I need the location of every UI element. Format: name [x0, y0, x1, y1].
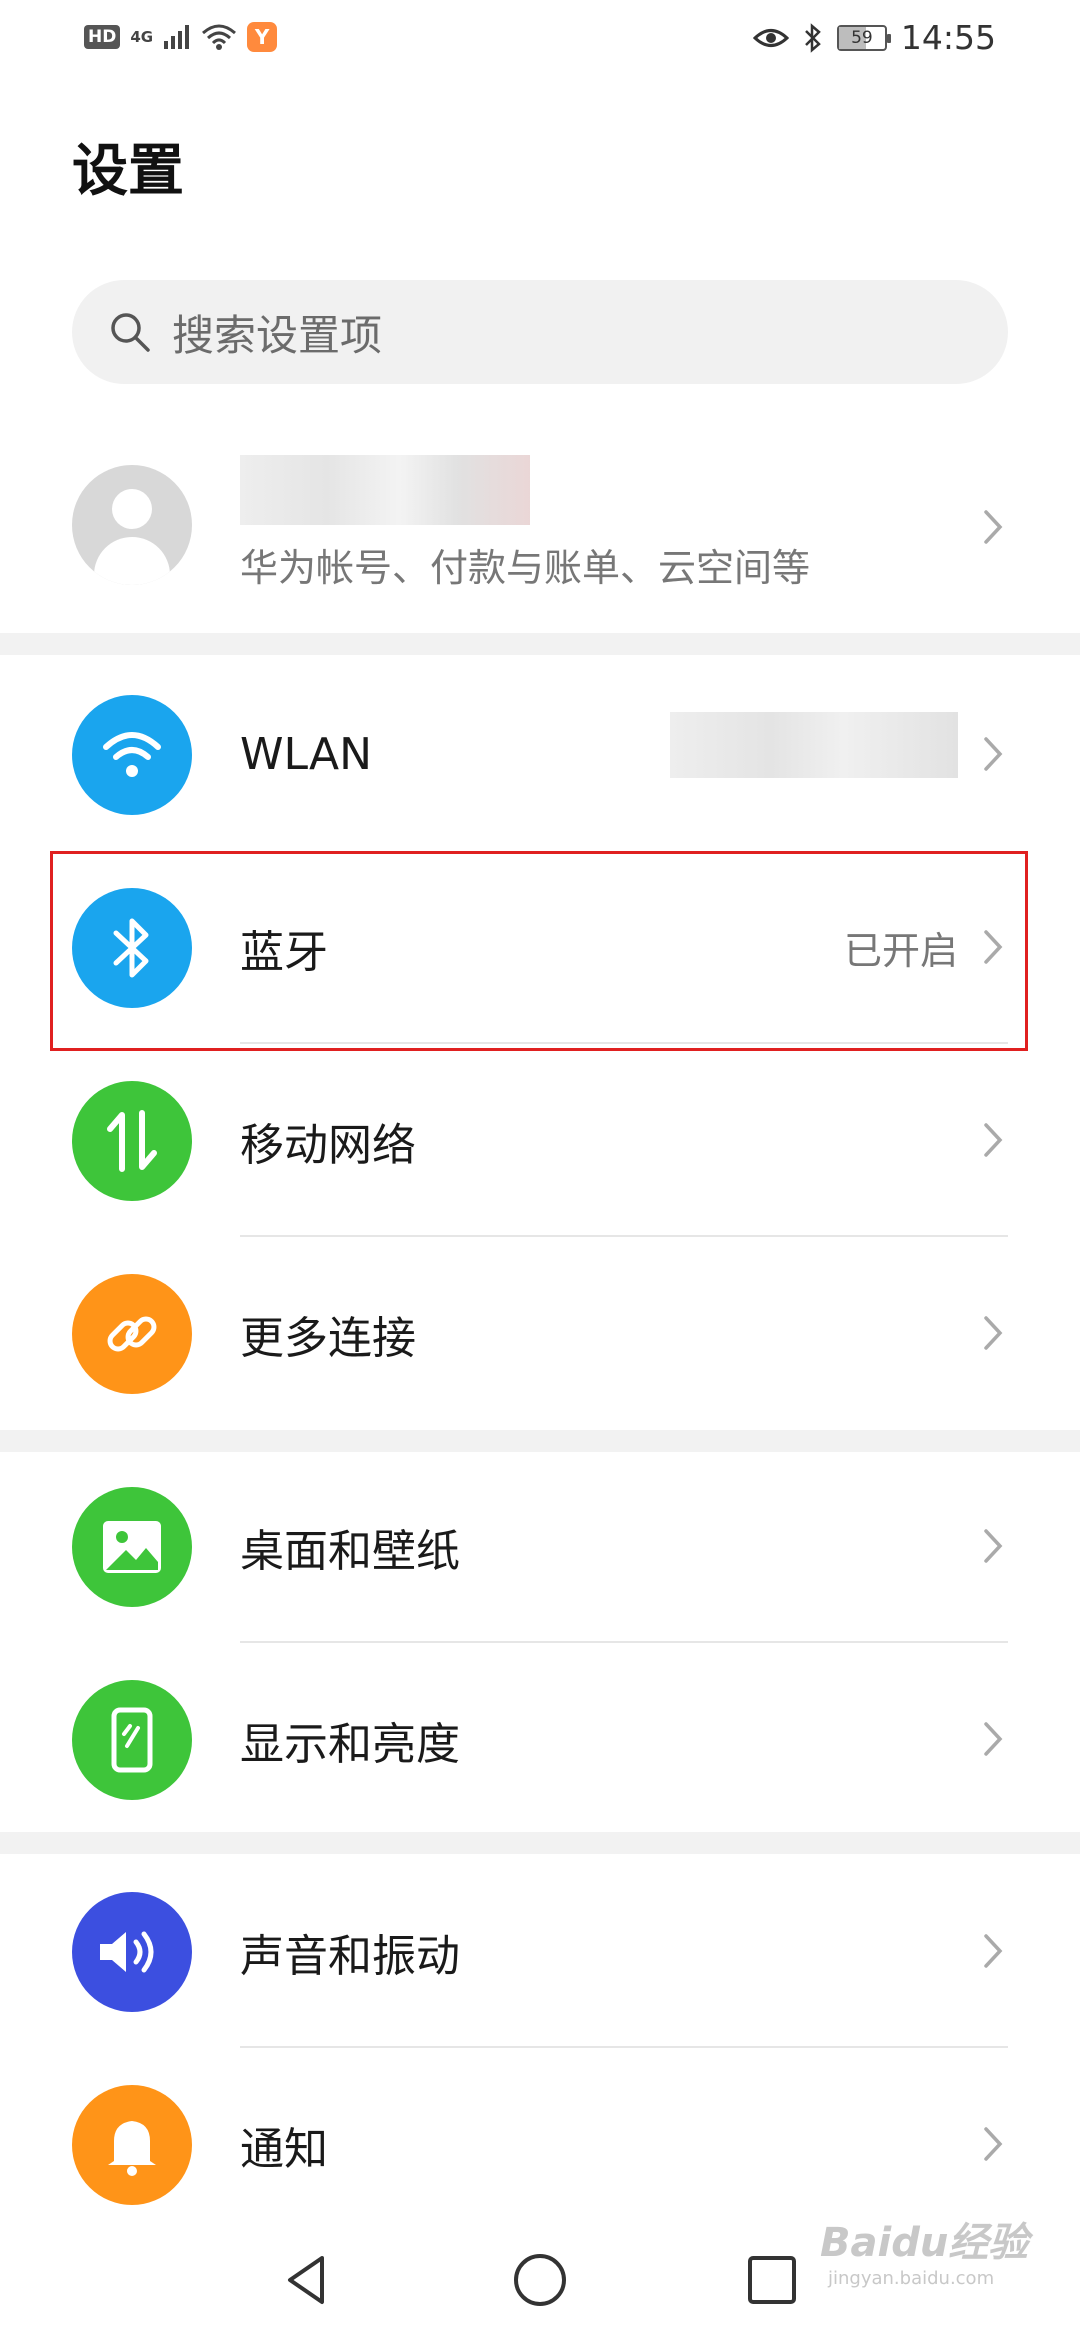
page-title: 设置: [72, 139, 184, 204]
account-row[interactable]: 华为帐号、付款与账单、云空间等: [0, 425, 1080, 630]
display-icon: [72, 1680, 192, 1800]
settings-item-sound-vibration[interactable]: 声音和振动: [0, 1855, 1080, 2048]
app-notification-icon: Y: [247, 22, 278, 52]
settings-item-label: 通知: [240, 2123, 328, 2175]
highlight-box: [50, 851, 1028, 1051]
section-divider: [0, 1430, 1080, 1452]
avatar: [72, 465, 192, 585]
wallpaper-icon: [72, 1487, 192, 1607]
section-divider: [0, 1832, 1080, 1854]
chevron-right-icon: [984, 510, 1003, 544]
mobile-data-icon: [72, 1081, 192, 1201]
chevron-right-icon: [984, 1316, 1003, 1350]
chevron-right-icon: [984, 2127, 1003, 2161]
watermark-brand: Baidu经验: [820, 2220, 1029, 2266]
baidu-watermark: Baidu经验 jingyan.baidu.com: [820, 2210, 1028, 2289]
chevron-right-icon: [984, 1123, 1003, 1157]
eye-comfort-icon: [752, 28, 789, 47]
home-icon[interactable]: [510, 2250, 570, 2310]
account-name-redacted: [240, 455, 530, 525]
link-icon: [72, 1274, 192, 1394]
clock: 14:55: [900, 18, 996, 57]
settings-item-home-wallpaper[interactable]: 桌面和壁纸: [0, 1450, 1080, 1643]
chevron-right-icon: [984, 1722, 1003, 1756]
account-subtitle: 华为帐号、付款与账单、云空间等: [240, 546, 811, 590]
settings-item-label: WLAN: [240, 729, 373, 780]
settings-item-label: 更多连接: [240, 1312, 416, 1364]
settings-item-display-brightness[interactable]: 显示和亮度: [0, 1643, 1080, 1836]
battery-level: 59: [851, 27, 873, 48]
status-bar: HD 4G Y 59 14:55: [0, 0, 1080, 80]
hd-voice-badge: HD: [84, 25, 121, 49]
settings-item-label: 桌面和壁纸: [240, 1525, 460, 1577]
search-input[interactable]: 搜索设置项: [72, 280, 1008, 384]
search-icon: [111, 313, 150, 352]
settings-item-label: 显示和亮度: [240, 1718, 460, 1770]
search-placeholder: 搜索设置项: [172, 310, 383, 360]
chevron-right-icon: [984, 1934, 1003, 1968]
section-divider: [0, 633, 1080, 655]
settings-item-mobile-network[interactable]: 移动网络: [0, 1044, 1080, 1237]
wifi-icon: [72, 695, 192, 815]
settings-item-more-connections[interactable]: 更多连接: [0, 1237, 1080, 1430]
sound-icon: [72, 1892, 192, 2012]
chevron-right-icon: [984, 737, 1003, 771]
settings-item-wlan[interactable]: WLAN: [0, 658, 1080, 851]
network-type: 4G: [130, 28, 154, 46]
recents-icon[interactable]: [742, 2250, 802, 2310]
chevron-right-icon: [984, 1529, 1003, 1563]
wifi-status-icon: [202, 24, 237, 50]
bell-icon: [72, 2085, 192, 2205]
signal-icon: [164, 25, 190, 49]
settings-item-label: 移动网络: [240, 1119, 416, 1171]
settings-item-label: 声音和振动: [240, 1930, 460, 1982]
battery-icon: 59: [836, 24, 891, 51]
wlan-network-redacted: [670, 712, 958, 778]
watermark-url: jingyan.baidu.com: [828, 2268, 995, 2289]
back-icon[interactable]: [278, 2250, 338, 2310]
bluetooth-status-icon: [805, 22, 821, 53]
